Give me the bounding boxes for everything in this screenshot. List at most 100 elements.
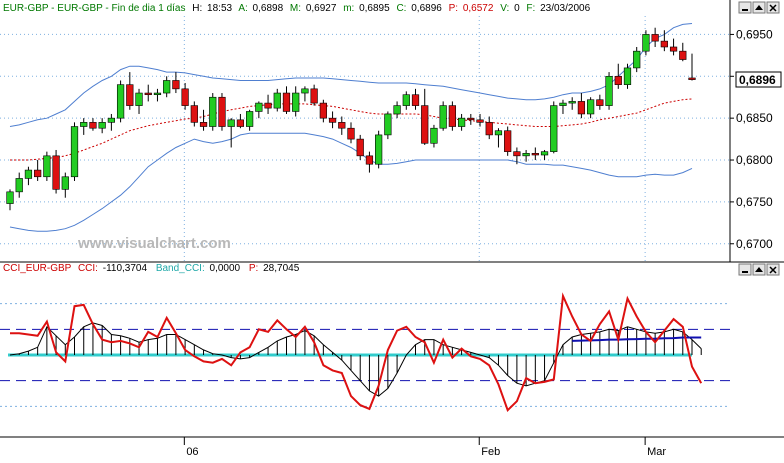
candle-body bbox=[513, 151, 521, 157]
header-h-value: 18:53 bbox=[207, 3, 232, 14]
candle-body bbox=[504, 130, 512, 152]
cci-p-label: P: bbox=[249, 263, 258, 274]
band-value: 0,0000 bbox=[210, 263, 241, 274]
time-tick-label: Feb bbox=[481, 446, 500, 458]
candle-body bbox=[587, 99, 595, 115]
candle-body bbox=[190, 105, 198, 123]
candle-body bbox=[70, 126, 79, 178]
header-a-label: A: bbox=[238, 3, 247, 14]
candle-body bbox=[439, 105, 447, 129]
header-p-label: P: bbox=[449, 3, 458, 14]
candle-body bbox=[246, 111, 254, 127]
price-tick-label: 0,6850 bbox=[736, 111, 773, 125]
candle-body bbox=[24, 169, 33, 179]
candle-body bbox=[80, 122, 88, 127]
candle-body bbox=[144, 92, 152, 96]
candle-body bbox=[273, 92, 281, 109]
header-c-value: 0,6896 bbox=[411, 3, 442, 14]
candle-body bbox=[218, 96, 226, 127]
candle-body bbox=[476, 119, 484, 123]
candle-body bbox=[319, 102, 327, 119]
candle bbox=[43, 151, 51, 181]
candle-body bbox=[411, 94, 420, 106]
cci-minimize-icon bbox=[738, 263, 752, 276]
header-mn-label: m: bbox=[343, 3, 354, 14]
candle-body bbox=[310, 88, 318, 104]
background bbox=[0, 0, 784, 458]
candle bbox=[218, 93, 226, 131]
cci-p-value: 28,7045 bbox=[263, 263, 300, 274]
candle-body bbox=[347, 127, 355, 140]
candle-body bbox=[98, 122, 106, 129]
candle-body bbox=[199, 122, 208, 127]
candle-body bbox=[264, 102, 272, 109]
cci-value: -110,3704 bbox=[103, 263, 148, 274]
last-price-marker: 0,6896 bbox=[735, 71, 782, 88]
candle bbox=[375, 130, 383, 169]
candle bbox=[448, 101, 456, 131]
candle-body bbox=[402, 94, 410, 106]
candle-body bbox=[494, 130, 503, 136]
cci-minimize-button[interactable] bbox=[738, 263, 752, 276]
candle-body bbox=[282, 92, 291, 112]
candle-body bbox=[559, 102, 567, 106]
chart-window: 0,69500,69000,68500,68000,67500,6700 www… bbox=[0, 0, 784, 458]
candle-body bbox=[596, 99, 604, 106]
candle-body bbox=[61, 176, 69, 190]
band-label: Band_CCI: bbox=[156, 263, 205, 274]
time-tick-label: Mar bbox=[647, 446, 666, 458]
candle-body bbox=[642, 34, 650, 52]
chart-canvas: 0,69500,69000,68500,68000,67500,6700 www… bbox=[0, 0, 784, 458]
header-mn-value: 0,6895 bbox=[359, 3, 390, 14]
header-v-label: V: bbox=[500, 3, 509, 14]
candle-body bbox=[135, 92, 143, 106]
candle-body bbox=[577, 101, 586, 115]
candle-body bbox=[457, 117, 466, 127]
candle-body bbox=[623, 67, 632, 85]
candle-body bbox=[107, 117, 115, 123]
candle bbox=[439, 101, 447, 131]
candle-body bbox=[6, 191, 14, 204]
candle-body bbox=[227, 119, 235, 127]
close-button[interactable] bbox=[766, 1, 780, 14]
candle-body bbox=[338, 122, 346, 129]
candle-body bbox=[467, 117, 475, 121]
candle-body bbox=[52, 155, 60, 190]
cci-restore-button[interactable] bbox=[752, 263, 766, 276]
candle-body bbox=[531, 153, 539, 156]
candle-body bbox=[384, 113, 392, 136]
candle-body bbox=[448, 105, 456, 127]
header-a-value: 0,6898 bbox=[253, 3, 284, 14]
price-tick-label: 0,6800 bbox=[736, 153, 773, 167]
cci-close-button[interactable] bbox=[766, 263, 780, 276]
candle-body bbox=[236, 119, 245, 127]
candle bbox=[52, 149, 60, 194]
candle-body bbox=[181, 88, 189, 106]
candle-body bbox=[633, 50, 641, 69]
header-m-label: M: bbox=[290, 3, 301, 14]
candle-body bbox=[153, 92, 162, 96]
candle-body bbox=[43, 155, 51, 178]
candle-body bbox=[163, 80, 171, 94]
candle-body bbox=[172, 80, 180, 90]
header-f-value: 23/03/2006 bbox=[540, 3, 590, 14]
candle-body bbox=[393, 105, 401, 115]
candle bbox=[209, 93, 217, 131]
watermark: www.visualchart.com bbox=[77, 235, 231, 252]
restore-button[interactable] bbox=[752, 1, 766, 14]
cci-window-buttons bbox=[738, 263, 780, 276]
minimize-icon bbox=[738, 1, 752, 14]
price-tick-label: 0,6700 bbox=[736, 237, 773, 251]
candle-body bbox=[365, 155, 374, 165]
header-p-value: 0,6572 bbox=[463, 3, 494, 14]
header-m-value: 0,6927 bbox=[306, 3, 337, 14]
candle-body bbox=[688, 77, 696, 80]
candle-body bbox=[116, 84, 125, 119]
candle-body bbox=[209, 96, 217, 127]
candle-body bbox=[430, 127, 438, 144]
minimize-button[interactable] bbox=[738, 1, 752, 14]
header-c-label: C: bbox=[396, 3, 406, 14]
candle-body bbox=[301, 88, 309, 94]
candle-body bbox=[605, 75, 613, 106]
candle-body bbox=[292, 92, 300, 112]
